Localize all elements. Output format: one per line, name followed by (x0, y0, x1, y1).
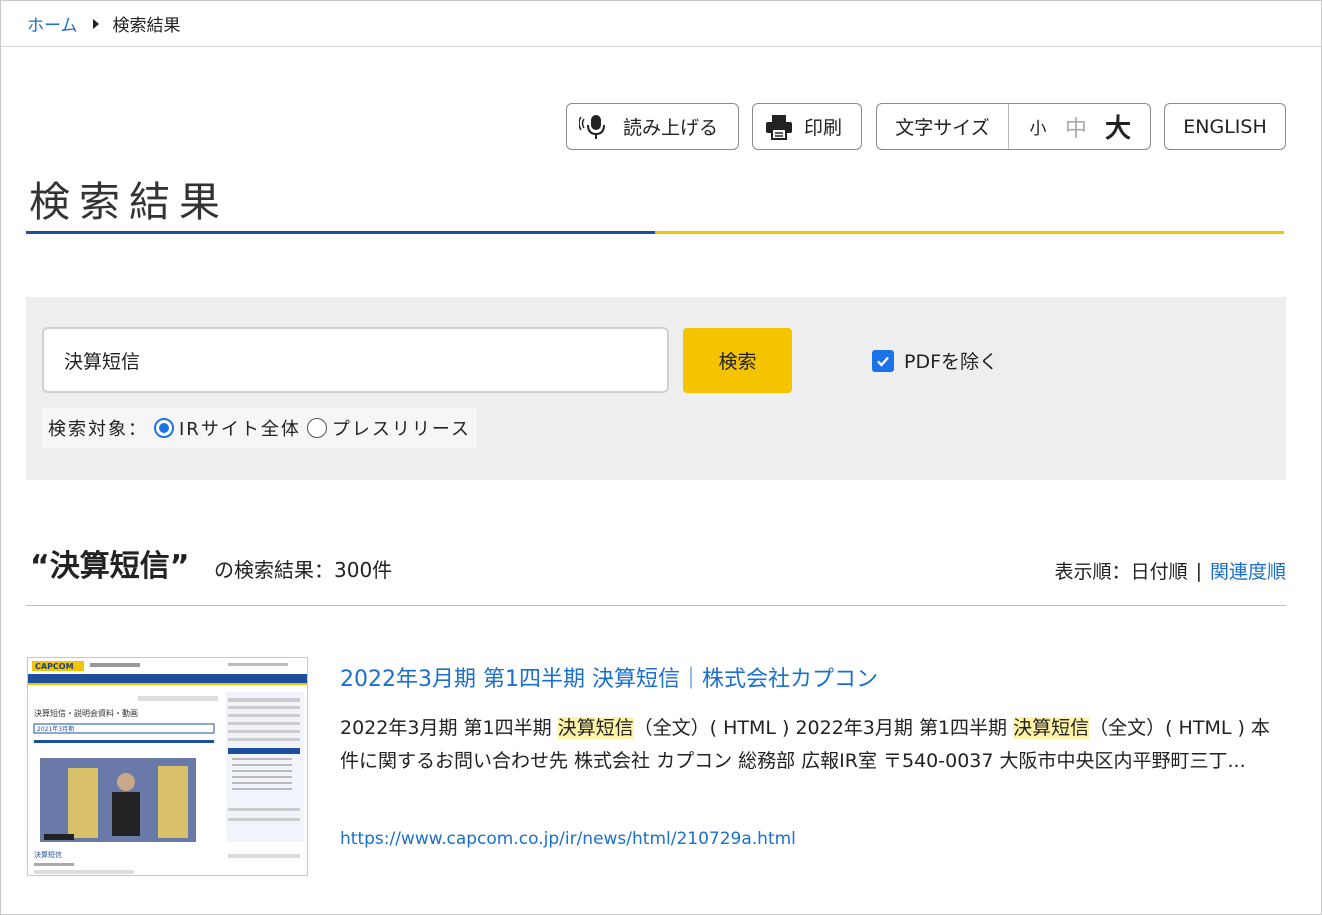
results-query: “決算短信” (30, 549, 190, 584)
snippet-highlight: 決算短信 (1013, 717, 1090, 739)
page-title: 検索結果 (29, 178, 229, 226)
thumbnail-logo: CAPCOM (35, 662, 74, 671)
printer-icon (766, 114, 792, 140)
font-size-large-button[interactable]: 大 (1104, 108, 1132, 145)
microphone-icon (579, 114, 605, 139)
thumbnail-section: 決算短信 (34, 850, 62, 859)
breadcrumb: ホーム 検索結果 (1, 1, 1321, 47)
radio-ir-site-label[interactable]: IRサイト全体 (179, 415, 301, 441)
print-label: 印刷 (804, 117, 843, 139)
result-url-link[interactable]: https://www.capcom.co.jp/ir/news/html/21… (340, 829, 796, 849)
sort-label: 表示順： (1054, 561, 1131, 583)
search-target-label: 検索対象： (48, 419, 148, 440)
results-count: の検索結果：300件 (214, 558, 393, 582)
search-button[interactable]: 検索 (683, 328, 792, 393)
font-size-label: 文字サイズ (877, 104, 1009, 149)
sort-control: 表示順： 日付順 | 関連度順 (1055, 557, 1286, 584)
title-divider-blue (26, 231, 655, 234)
font-size-control: 文字サイズ 小 中 大 (876, 103, 1151, 150)
checkbox-checked-icon[interactable] (872, 349, 894, 372)
read-aloud-button[interactable]: 読み上げる (566, 103, 739, 150)
snippet-highlight: 決算短信 (557, 717, 634, 739)
search-input[interactable] (42, 327, 669, 393)
results-divider (26, 605, 1286, 606)
result-snippet: 2022年3月期 第1四半期 決算短信（全文）( HTML ) 2022年3月期… (340, 712, 1285, 778)
radio-press-release[interactable] (306, 418, 327, 438)
print-button[interactable]: 印刷 (752, 103, 862, 150)
font-size-small-button[interactable]: 小 (1028, 114, 1048, 139)
sort-date-option[interactable]: 日付順 (1131, 557, 1188, 584)
result-title-link[interactable]: 2022年3月期 第1四半期 決算短信｜株式会社カプコン (340, 661, 878, 693)
breadcrumb-arrow-icon (92, 18, 99, 29)
search-target-row: 検索対象： IRサイト全体 プレスリリース (42, 408, 477, 448)
snippet-text: （全文）( HTML ) 2022年3月期 第1四半期 (633, 717, 1014, 739)
title-divider (26, 231, 1284, 234)
font-size-medium-button[interactable]: 中 (1064, 111, 1088, 143)
thumbnail-heading: 決算短信・説明会資料・動画 (34, 708, 138, 718)
breadcrumb-current: 検索結果 (112, 16, 181, 36)
exclude-pdf-checkbox[interactable]: PDFを除く (872, 347, 998, 374)
sort-relevance-link[interactable]: 関連度順 (1210, 557, 1286, 584)
sort-separator: | (1195, 559, 1202, 582)
radio-press-release-label[interactable]: プレスリリース (332, 415, 471, 441)
thumbnail-year-tab: 2021年3月期 (37, 725, 74, 733)
breadcrumb-home-link[interactable]: ホーム (27, 11, 78, 36)
thumbnail-screenshot: CAPCOM 決算短信・説明会資料・動画 2021年3月期 決算短信 (28, 658, 307, 875)
title-divider-yellow (655, 231, 1284, 234)
read-aloud-label: 読み上げる (623, 117, 719, 139)
english-button[interactable]: ENGLISH (1164, 103, 1286, 150)
result-thumbnail[interactable]: CAPCOM 決算短信・説明会資料・動画 2021年3月期 決算短信 (27, 657, 308, 876)
snippet-text: 2022年3月期 第1四半期 (340, 717, 558, 739)
search-panel: 検索 PDFを除く 検索対象： IRサイト全体 プレスリリース (26, 297, 1286, 480)
exclude-pdf-label: PDFを除く (904, 351, 999, 373)
radio-ir-site[interactable] (154, 418, 174, 438)
